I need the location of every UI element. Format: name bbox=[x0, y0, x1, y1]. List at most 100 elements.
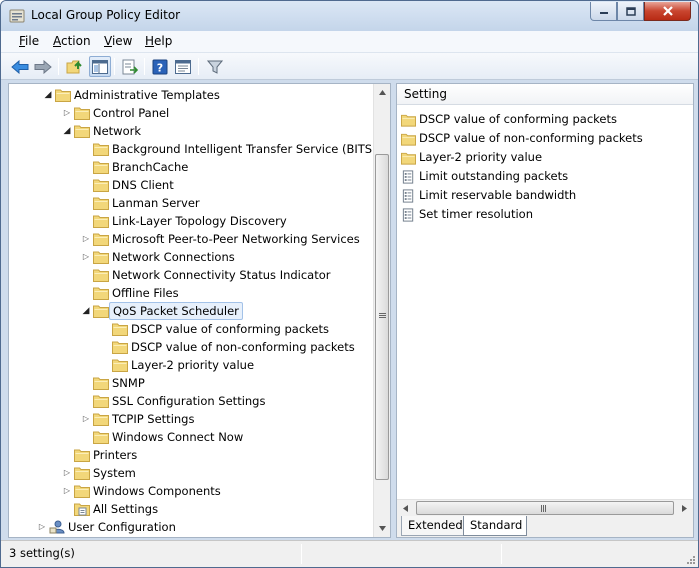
tree-node-label: BranchCache bbox=[112, 160, 189, 174]
close-icon bbox=[662, 6, 673, 16]
menu-file[interactable]: File bbox=[19, 34, 39, 48]
tree-node[interactable]: DSCP value of conforming packets bbox=[9, 320, 369, 338]
forward-arrow-icon bbox=[34, 59, 52, 74]
tree-node[interactable]: ◢ Administrative Templates bbox=[9, 86, 369, 104]
folder-icon bbox=[93, 431, 109, 444]
setting-list-item[interactable]: DSCP value of non-conforming packets bbox=[401, 129, 671, 148]
back-arrow-icon bbox=[11, 59, 29, 74]
scroll-down-button[interactable] bbox=[374, 520, 390, 537]
expand-arrow-icon[interactable]: ▷ bbox=[81, 410, 91, 428]
list-scroll-thumb[interactable] bbox=[416, 501, 674, 515]
folder-open-icon bbox=[93, 305, 109, 318]
tree-node[interactable]: DNS Client bbox=[9, 176, 369, 194]
collapse-arrow-icon[interactable]: ◢ bbox=[81, 302, 91, 320]
tree-vertical-scrollbar[interactable] bbox=[373, 84, 390, 537]
scroll-left-button[interactable] bbox=[397, 500, 414, 517]
tree-node[interactable]: ▷ Windows Components bbox=[9, 482, 369, 500]
tree-node[interactable]: Link-Layer Topology Discovery bbox=[9, 212, 369, 230]
status-bar: 3 setting(s) bbox=[1, 540, 698, 567]
tree-node[interactable]: Printers bbox=[9, 446, 369, 464]
toolbar-separator bbox=[144, 58, 145, 75]
tree-node[interactable]: ▷ Microsoft Peer-to-Peer Networking Servi… bbox=[9, 230, 369, 248]
folder-icon bbox=[112, 323, 128, 336]
settings-pane[interactable]: Setting DSCP value of conforming packets… bbox=[396, 83, 694, 538]
tab-extended[interactable]: Extended bbox=[401, 516, 465, 536]
scroll-right-button[interactable] bbox=[676, 500, 693, 517]
expand-arrow-icon[interactable]: ▷ bbox=[81, 248, 91, 266]
tree-node[interactable]: SNMP bbox=[9, 374, 369, 392]
tree-node[interactable]: BranchCache bbox=[9, 158, 369, 176]
tree-node[interactable]: DSCP value of non-conforming packets bbox=[9, 338, 369, 356]
tree-node-label: System bbox=[93, 466, 136, 480]
window-title: Local Group Policy Editor bbox=[31, 8, 181, 22]
setting-list-item[interactable]: Limit reservable bandwidth bbox=[401, 186, 671, 205]
policy-setting-icon bbox=[402, 189, 414, 203]
minimize-button[interactable] bbox=[590, 2, 617, 21]
show-hide-console-tree-button[interactable] bbox=[89, 56, 111, 77]
export-list-button[interactable] bbox=[119, 56, 141, 77]
chevron-down-icon bbox=[379, 526, 386, 531]
tree-node[interactable]: Lanman Server bbox=[9, 194, 369, 212]
expand-arrow-icon[interactable]: ▷ bbox=[81, 230, 91, 248]
scroll-up-button[interactable] bbox=[374, 84, 390, 101]
menu-help[interactable]: Help bbox=[145, 34, 172, 48]
tree-node[interactable]: SSL Configuration Settings bbox=[9, 392, 369, 410]
tree-node-label: Lanman Server bbox=[112, 196, 200, 210]
tree-node[interactable]: Windows Connect Now bbox=[9, 428, 369, 446]
tree-node[interactable]: ▷ System bbox=[9, 464, 369, 482]
toolbar-separator bbox=[58, 58, 59, 75]
tree-node[interactable]: ▷ TCPIP Settings bbox=[9, 410, 369, 428]
folder-icon bbox=[93, 233, 109, 246]
setting-column-header[interactable]: Setting bbox=[397, 84, 693, 105]
tree-scroll-thumb[interactable] bbox=[375, 154, 389, 480]
tree-node-label: DSCP value of non-conforming packets bbox=[131, 340, 355, 354]
properties-button[interactable] bbox=[172, 56, 194, 77]
setting-column-label: Setting bbox=[404, 87, 447, 101]
tree-node[interactable]: Offline Files bbox=[9, 284, 369, 302]
tree-node[interactable]: ▷ User Configuration bbox=[9, 518, 369, 536]
folder-icon bbox=[112, 341, 128, 354]
tree-node-label: Microsoft Peer-to-Peer Networking Servic… bbox=[112, 232, 360, 246]
tree-node[interactable]: ◢ QoS Packet Scheduler bbox=[9, 302, 369, 320]
menu-view[interactable]: View bbox=[104, 34, 132, 48]
filter-button[interactable] bbox=[204, 56, 226, 77]
tree-node[interactable]: ▷ Network Connections bbox=[9, 248, 369, 266]
resize-grip-icon[interactable] bbox=[685, 554, 696, 565]
up-one-level-button[interactable] bbox=[64, 56, 86, 77]
title-bar[interactable]: Local Group Policy Editor bbox=[1, 1, 698, 31]
tree-node[interactable]: ◢ Network bbox=[9, 122, 369, 140]
close-button[interactable] bbox=[644, 2, 691, 21]
tab-standard[interactable]: Standard bbox=[463, 516, 527, 536]
folder-icon bbox=[93, 197, 109, 210]
setting-label: DSCP value of conforming packets bbox=[419, 112, 617, 126]
help-button[interactable]: ? bbox=[149, 56, 171, 77]
help-icon: ? bbox=[152, 59, 168, 74]
tree-node[interactable]: All Settings bbox=[9, 500, 369, 518]
setting-list-item[interactable]: DSCP value of conforming packets bbox=[401, 110, 671, 129]
expand-arrow-icon[interactable]: ▷ bbox=[62, 104, 72, 122]
console-tree-pane[interactable]: ◢ Administrative Templates ▷ Control Panel ◢… bbox=[8, 83, 391, 538]
folder-icon bbox=[74, 107, 90, 120]
list-horizontal-scrollbar[interactable] bbox=[397, 499, 693, 516]
tree-node-label: User Configuration bbox=[68, 520, 176, 534]
app-window: Local Group Policy Editor File Action Vi… bbox=[0, 0, 699, 568]
view-tabs: Extended Standard bbox=[397, 516, 693, 537]
collapse-arrow-icon[interactable]: ◢ bbox=[43, 86, 53, 104]
setting-list-item[interactable]: Set timer resolution bbox=[401, 205, 671, 224]
expand-arrow-icon[interactable]: ▷ bbox=[62, 482, 72, 500]
maximize-button[interactable] bbox=[617, 2, 644, 21]
tree-node[interactable]: Layer-2 priority value bbox=[9, 356, 369, 374]
expand-arrow-icon[interactable]: ▷ bbox=[37, 518, 47, 536]
collapse-arrow-icon[interactable]: ◢ bbox=[62, 122, 72, 140]
tree-node[interactable]: ▷ Control Panel bbox=[9, 104, 369, 122]
tree-node[interactable]: Network Connectivity Status Indicator bbox=[9, 266, 369, 284]
back-button[interactable] bbox=[9, 56, 31, 77]
status-text: 3 setting(s) bbox=[9, 546, 75, 560]
expand-arrow-icon[interactable]: ▷ bbox=[62, 464, 72, 482]
setting-list-item[interactable]: Layer-2 priority value bbox=[401, 148, 671, 167]
forward-button[interactable] bbox=[32, 56, 54, 77]
tree-node[interactable]: Background Intelligent Transfer Service … bbox=[9, 140, 377, 158]
tree-node-label: Windows Connect Now bbox=[112, 430, 244, 444]
setting-list-item[interactable]: Limit outstanding packets bbox=[401, 167, 671, 186]
menu-action[interactable]: Action bbox=[53, 34, 91, 48]
